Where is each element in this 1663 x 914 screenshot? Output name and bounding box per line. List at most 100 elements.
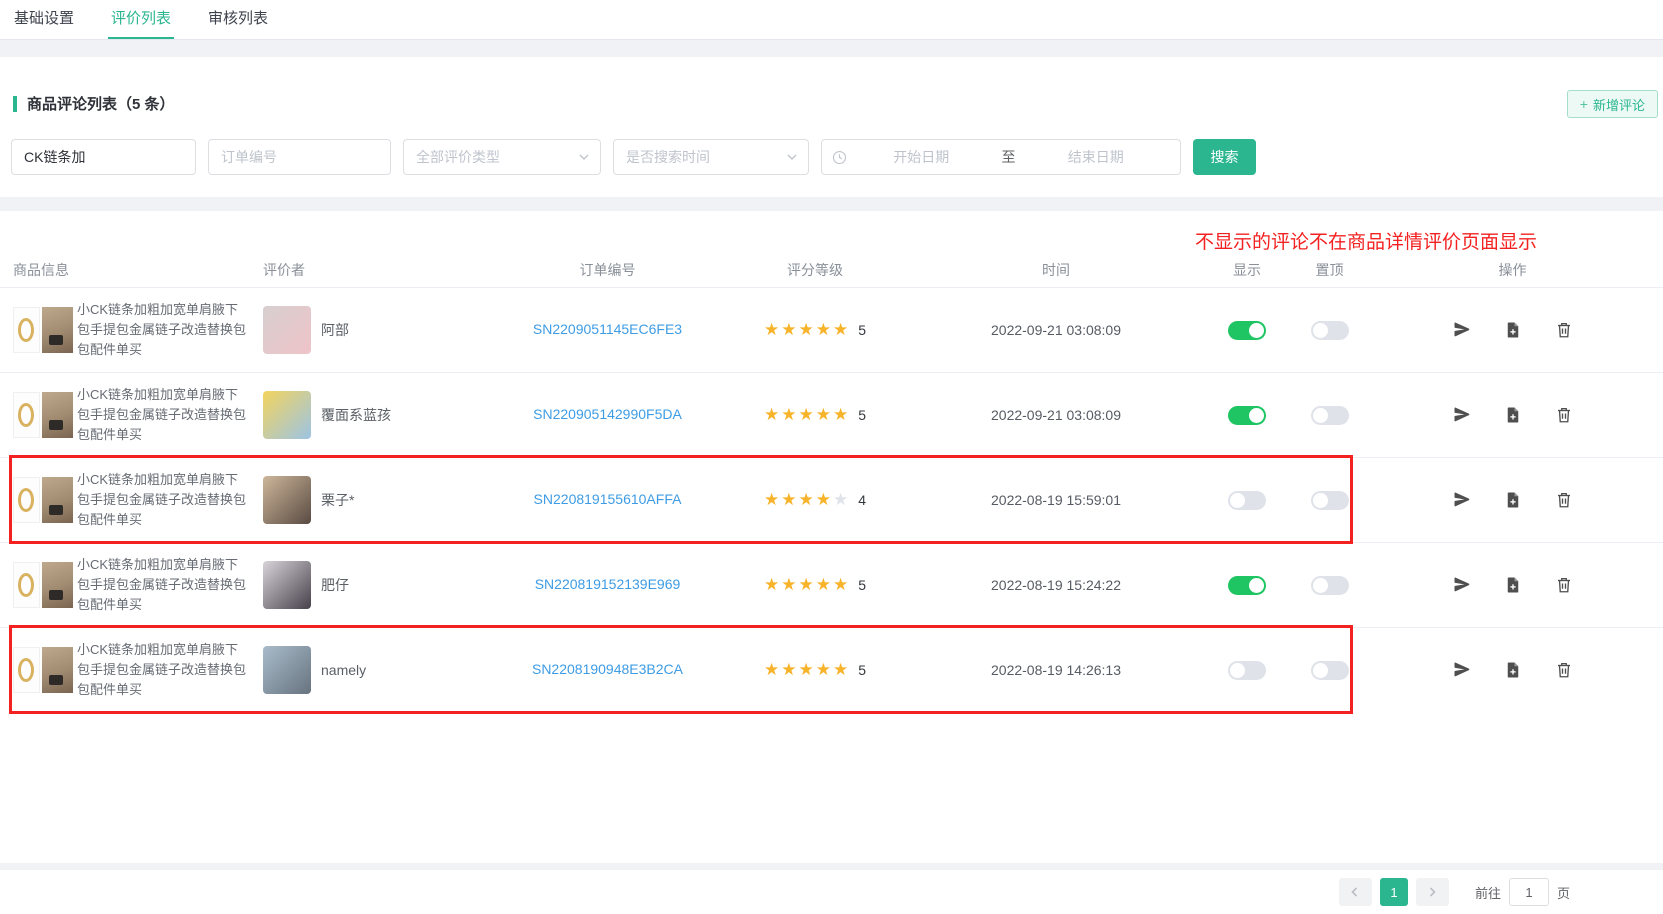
- col-header-actions: 操作: [1362, 260, 1663, 280]
- bag-shape: [49, 590, 63, 600]
- show-toggle[interactable]: [1228, 576, 1266, 595]
- add-comment-label: 新增评论: [1593, 95, 1645, 114]
- tab-audit-list[interactable]: 审核列表: [205, 0, 271, 39]
- show-toggle[interactable]: [1228, 491, 1266, 510]
- star-filled-icon: ★: [816, 490, 833, 509]
- show-cell: [1197, 576, 1297, 595]
- send-icon[interactable]: [1453, 406, 1471, 424]
- next-page-button[interactable]: [1416, 878, 1449, 906]
- chain-loop-shape: [18, 318, 34, 342]
- pin-top-toggle[interactable]: [1311, 576, 1349, 595]
- product-image-chain[interactable]: [13, 307, 40, 353]
- rating-value: 5: [858, 407, 866, 423]
- product-info-cell: 小CK链条加粗加宽单肩腋下包手提包金属链子改造替换包包配件单买: [0, 385, 250, 445]
- product-info-cell: 小CK链条加粗加宽单肩腋下包手提包金属链子改造替换包包配件单买: [0, 555, 250, 615]
- reviewer-cell: 覆面系蓝孩: [250, 391, 500, 439]
- trash-icon[interactable]: [1555, 491, 1573, 509]
- reviewer-avatar: [263, 561, 311, 609]
- file-add-icon[interactable]: [1504, 321, 1522, 339]
- trash-icon[interactable]: [1555, 661, 1573, 679]
- file-add-icon[interactable]: [1504, 576, 1522, 594]
- actions-cell: [1362, 406, 1663, 424]
- star-filled-icon: ★: [764, 405, 781, 424]
- rating-cell: ★★★★★ 5: [715, 405, 915, 425]
- trash-icon[interactable]: [1555, 406, 1573, 424]
- trash-icon[interactable]: [1555, 576, 1573, 594]
- plus-icon: +: [1580, 96, 1588, 112]
- chain-loop-shape: [18, 488, 34, 512]
- order-no-input[interactable]: [208, 139, 391, 175]
- star-filled-icon: ★: [798, 405, 815, 424]
- send-icon[interactable]: [1453, 321, 1471, 339]
- search-button[interactable]: 搜索: [1193, 139, 1256, 175]
- col-header-reviewer: 评价者: [250, 260, 500, 280]
- reviewer-avatar: [263, 476, 311, 524]
- search-time-select[interactable]: 是否搜索时间: [613, 139, 809, 175]
- spacer-band: [0, 40, 1663, 57]
- date-range-picker[interactable]: 开始日期 至 结束日期: [821, 139, 1181, 175]
- col-header-product: 商品信息: [0, 260, 250, 280]
- order-number-link[interactable]: SN2208190948E3B2CA: [532, 661, 683, 677]
- file-add-icon[interactable]: [1504, 406, 1522, 424]
- product-image-chain[interactable]: [13, 477, 40, 523]
- show-cell: [1197, 321, 1297, 340]
- file-add-icon[interactable]: [1504, 491, 1522, 509]
- pin-top-toggle[interactable]: [1311, 321, 1349, 340]
- send-icon[interactable]: [1453, 661, 1471, 679]
- prev-page-button[interactable]: [1339, 878, 1372, 906]
- pin-top-toggle[interactable]: [1311, 661, 1349, 680]
- product-thumbnails: [13, 562, 73, 608]
- toggle-knob: [1313, 493, 1328, 508]
- product-image-chain[interactable]: [13, 647, 40, 693]
- product-title: 小CK链条加粗加宽单肩腋下包手提包金属链子改造替换包包配件单买: [77, 385, 249, 445]
- star-filled-icon: ★: [764, 575, 781, 594]
- reviewer-name: 阿部: [321, 320, 349, 340]
- current-page-button[interactable]: 1: [1380, 878, 1408, 906]
- order-number-link[interactable]: SN220819155610AFFA: [534, 491, 682, 507]
- trash-icon[interactable]: [1555, 321, 1573, 339]
- goto-page-input[interactable]: [1509, 878, 1549, 906]
- review-time: 2022-08-19 15:59:01: [915, 492, 1197, 508]
- tab-review-list[interactable]: 评价列表: [108, 0, 174, 39]
- star-filled-icon: ★: [781, 320, 798, 339]
- tab-basic-settings[interactable]: 基础设置: [11, 0, 77, 39]
- send-icon[interactable]: [1453, 576, 1471, 594]
- show-toggle[interactable]: [1228, 406, 1266, 425]
- pin-top-toggle[interactable]: [1311, 406, 1349, 425]
- product-image-bag[interactable]: [42, 647, 73, 693]
- product-title: 小CK链条加粗加宽单肩腋下包手提包金属链子改造替换包包配件单买: [77, 300, 249, 360]
- goto-label: 前往: [1475, 883, 1501, 902]
- top-cell: [1297, 661, 1362, 680]
- pin-top-toggle[interactable]: [1311, 491, 1349, 510]
- show-toggle[interactable]: [1228, 321, 1266, 340]
- rating-value: 5: [858, 577, 866, 593]
- product-image-bag[interactable]: [42, 307, 73, 353]
- file-add-icon[interactable]: [1504, 661, 1522, 679]
- table-row: 小CK链条加粗加宽单肩腋下包手提包金属链子改造替换包包配件单买 栗子* SN22…: [0, 457, 1663, 542]
- order-number-link[interactable]: SN220819152139E969: [535, 576, 681, 592]
- product-image-bag[interactable]: [42, 477, 73, 523]
- rating-value: 5: [858, 662, 866, 678]
- order-number-link[interactable]: SN220905142990F5DA: [533, 406, 682, 422]
- review-type-value: 全部评价类型: [416, 147, 500, 167]
- show-toggle[interactable]: [1228, 661, 1266, 680]
- review-time: 2022-08-19 15:24:22: [915, 577, 1197, 593]
- order-number-link[interactable]: SN2209051145EC6FE3: [533, 321, 682, 337]
- toggle-knob: [1313, 323, 1328, 338]
- send-icon[interactable]: [1453, 491, 1471, 509]
- star-rating: ★★★★★: [764, 575, 850, 595]
- end-date-placeholder[interactable]: 结束日期: [1022, 147, 1171, 167]
- add-comment-button[interactable]: + 新增评论: [1567, 90, 1658, 118]
- keyword-input[interactable]: [11, 139, 196, 175]
- star-filled-icon: ★: [833, 660, 850, 679]
- star-filled-icon: ★: [764, 660, 781, 679]
- product-image-chain[interactable]: [13, 392, 40, 438]
- product-image-chain[interactable]: [13, 562, 40, 608]
- product-image-bag[interactable]: [42, 392, 73, 438]
- review-type-select[interactable]: 全部评价类型: [403, 139, 601, 175]
- reviewer-avatar: [263, 646, 311, 694]
- start-date-placeholder[interactable]: 开始日期: [847, 147, 996, 167]
- order-cell: SN2208190948E3B2CA: [500, 661, 715, 679]
- rating-value: 4: [858, 492, 866, 508]
- product-image-bag[interactable]: [42, 562, 73, 608]
